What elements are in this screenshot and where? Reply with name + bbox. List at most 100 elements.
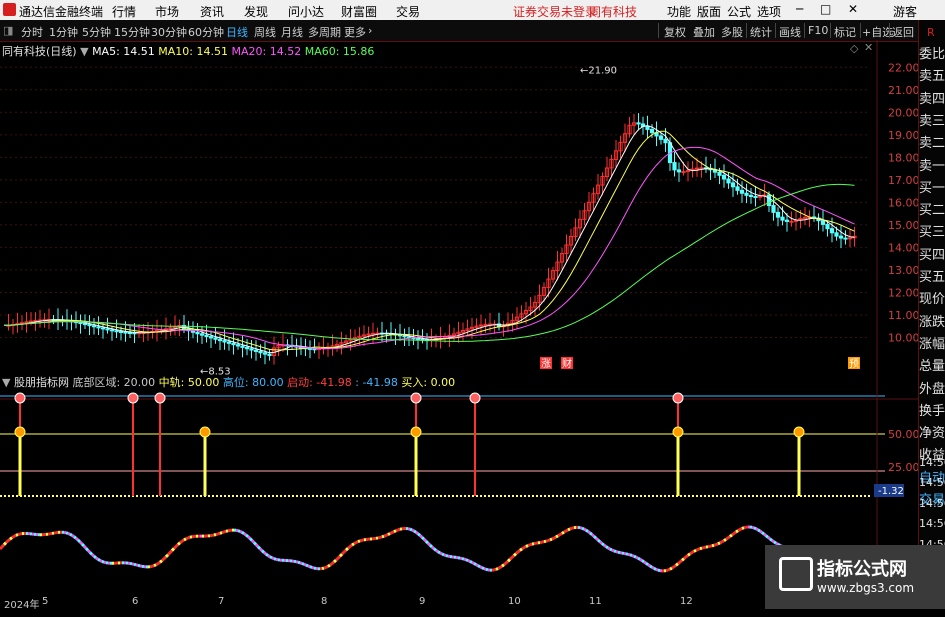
oscillator-segment [670, 568, 672, 569]
oscillator-segment [702, 548, 704, 549]
candle-body [214, 338, 217, 339]
oscillator-segment [666, 570, 668, 571]
oscillator-segment [410, 529, 412, 530]
sidebar-item[interactable]: 换手 [919, 401, 945, 423]
sidebar-item[interactable]: 卖四 [919, 89, 945, 111]
period-tab-weekly[interactable]: 周线 [254, 24, 276, 40]
oscillator-segment [80, 542, 82, 544]
oscillator-segment [586, 530, 588, 531]
oscillator-segment [76, 538, 78, 540]
close-icon[interactable]: ✕ [848, 2, 858, 16]
oscillator-segment [464, 559, 466, 560]
sidebar-item[interactable]: 涨跌 [919, 312, 945, 334]
minimize-icon[interactable]: ─ [796, 2, 803, 16]
tool-multi-stock[interactable]: 多股 [721, 24, 743, 40]
period-tab-daily[interactable]: 日线 [226, 24, 248, 40]
menu-item-market[interactable]: 市场 [155, 3, 179, 20]
oscillator-segment [180, 541, 182, 543]
menu-item-wealth-circle[interactable]: 财富圈 [341, 3, 377, 20]
oscillator-segment [678, 562, 680, 564]
sidebar-item[interactable]: 净资 [919, 423, 945, 445]
period-tab-1min[interactable]: 1分钟 [49, 24, 78, 40]
oscillator-segment [602, 544, 604, 546]
candle-body [241, 346, 244, 347]
sidebar-item[interactable]: 涨幅 [919, 334, 945, 356]
ma10-line [4, 131, 855, 350]
maximize-icon[interactable]: □ [820, 2, 831, 16]
oscillator-segment [380, 537, 382, 538]
tool-draw-line[interactable]: 画线 [779, 24, 801, 40]
sidebar-item[interactable]: 卖二 [919, 133, 945, 155]
oscillator-segment [182, 540, 184, 541]
candlestick-chart[interactable]: 22.0021.0020.0019.0018.0017.0016.0015.00… [0, 40, 918, 400]
menu-item-functions[interactable]: 功能 [667, 3, 691, 20]
period-tab-30min[interactable]: 30分钟 [151, 24, 187, 40]
sidebar-item[interactable]: 委比 [919, 44, 945, 66]
sidebar-item[interactable]: 买四 [919, 245, 945, 267]
period-tab-monthly[interactable]: 月线 [281, 24, 303, 40]
oscillator-segment [384, 535, 386, 536]
oscillator-segment [92, 554, 94, 556]
candle-body [227, 342, 230, 343]
oscillator-segment [396, 530, 398, 531]
candle-body [682, 172, 685, 173]
chevron-right-icon[interactable]: › [368, 24, 372, 37]
menu-item-trade[interactable]: 交易 [396, 3, 420, 20]
sidebar-item[interactable]: 买五 [919, 267, 945, 289]
sidebar-item[interactable]: 外盘 [919, 379, 945, 401]
oscillator-segment [524, 546, 526, 547]
oscillator-segment [398, 529, 400, 530]
oscillator-segment [632, 555, 634, 556]
menu-item-quotes[interactable]: 行情 [112, 3, 136, 20]
oscillator-segment [100, 560, 102, 561]
menu-item-discover[interactable]: 发现 [244, 3, 268, 20]
sidebar-item[interactable]: 买三 [919, 222, 945, 244]
menu-item-options[interactable]: 选项 [757, 3, 781, 20]
oscillator-segment [730, 535, 732, 537]
sidebar-item[interactable]: 卖三 [919, 111, 945, 133]
oscillator-segment [8, 539, 10, 541]
period-tab-intraday[interactable]: 分时 [21, 24, 43, 40]
sidebar-item[interactable]: 卖五 [919, 66, 945, 88]
indicator-tick-label: 50.00 [888, 428, 918, 441]
sidebar-item[interactable]: 总量 [919, 356, 945, 378]
menu-item-assistant[interactable]: 问小达 [288, 3, 324, 20]
tool-overlay[interactable]: 叠加 [693, 24, 715, 40]
candle-body [722, 175, 725, 179]
oscillator-segment [550, 539, 552, 540]
tool-restore-rights[interactable]: 复权 [664, 24, 686, 40]
sidebar-item[interactable]: 买二 [919, 200, 945, 222]
menu-item-formula[interactable]: 公式 [727, 3, 751, 20]
period-tab-more[interactable]: 更多 [344, 24, 366, 40]
period-tab-5min[interactable]: 5分钟 [82, 24, 111, 40]
sidebar-item[interactable]: 现价 [919, 289, 945, 311]
oscillator-segment [584, 529, 586, 530]
trade-login-warning[interactable]: 证券交易未登录 [513, 3, 597, 20]
back-button[interactable]: 返回 [892, 24, 914, 40]
oscillator-segment [188, 537, 190, 538]
tool-mark[interactable]: 标记 [834, 24, 856, 40]
tool-f10[interactable]: F10 [808, 24, 828, 37]
oscillator-segment [674, 565, 676, 566]
period-tab-60min[interactable]: 60分钟 [188, 24, 224, 40]
menu-item-layout[interactable]: 版面 [697, 3, 721, 20]
candle-body [403, 336, 406, 337]
sidebar-item[interactable]: 卖一 [919, 156, 945, 178]
sidebar-item[interactable]: 买一 [919, 178, 945, 200]
candle-body [209, 337, 212, 338]
tool-statistics[interactable]: 统计 [750, 24, 772, 40]
toolbar-toggle-icon[interactable]: ◨ [3, 24, 13, 37]
oscillator-segment [422, 537, 424, 539]
oscillator-segment [300, 563, 302, 564]
oscillator-segment [298, 562, 300, 563]
oscillator-segment [160, 561, 162, 563]
period-tab-15min[interactable]: 15分钟 [114, 24, 150, 40]
oscillator-segment [70, 534, 72, 535]
candle-body [259, 351, 262, 352]
period-tab-multi[interactable]: 多周期 [308, 24, 341, 40]
candle-body [727, 179, 730, 183]
guest-login[interactable]: 游客 [893, 3, 917, 20]
oscillator-segment [636, 557, 638, 558]
oscillator-segment [416, 532, 418, 533]
menu-item-news[interactable]: 资讯 [200, 3, 224, 20]
